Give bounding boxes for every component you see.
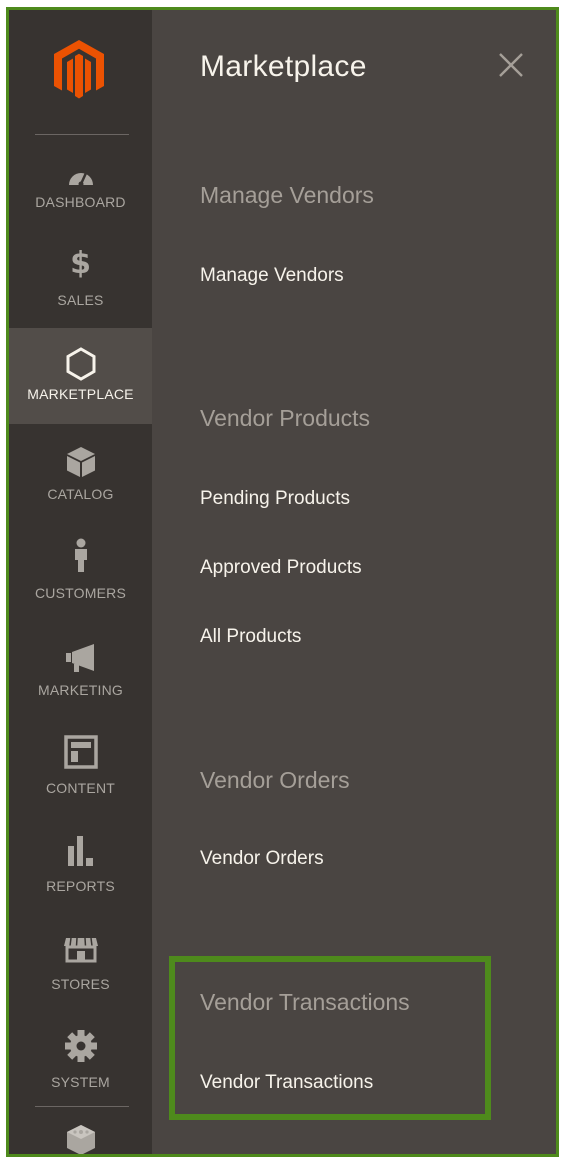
person-icon [74, 538, 87, 572]
hexagon-icon [66, 347, 95, 381]
storefront-icon [63, 937, 98, 963]
menu-link-vendor-orders[interactable]: Vendor Orders [200, 848, 324, 870]
sidebar-item-label: CUSTOMERS [35, 585, 126, 601]
sidebar-item-label: MARKETPLACE [27, 386, 134, 402]
sidebar-item-label: CATALOG [47, 486, 114, 502]
sidebar-item-label: SALES [57, 292, 104, 308]
sidebar-item-label: CONTENT [45, 780, 116, 796]
marketplace-flyout-panel: Marketplace Manage Vendors Manage Vendor… [152, 10, 556, 1154]
sidebar-item-system[interactable]: SYSTEM [9, 1018, 152, 1114]
sidebar-item-sales[interactable]: $ SALES [9, 242, 152, 338]
sidebar-item-label: REPORTS [46, 878, 115, 894]
megaphone-icon [65, 644, 94, 672]
section-title-vendor-orders: Vendor Orders [200, 767, 350, 793]
magento-logo-icon[interactable] [51, 38, 107, 102]
layout-icon [63, 735, 98, 769]
gear-icon [64, 1030, 97, 1062]
sidebar-item-dashboard[interactable]: DASHBOARD [9, 150, 152, 246]
sidebar-item-reports[interactable]: REPORTS [9, 822, 152, 918]
sidebar-item-customers[interactable]: CUSTOMERS [9, 528, 152, 624]
box-icon [66, 447, 95, 477]
dollar-icon: $ [70, 246, 91, 281]
sidebar-divider-bottom [35, 1106, 129, 1107]
panel-title: Marketplace [200, 50, 367, 83]
menu-link-manage-vendors[interactable]: Manage Vendors [200, 265, 344, 287]
sidebar-item-marketplace[interactable]: MARKETPLACE [9, 328, 152, 424]
menu-link-approved-products[interactable]: Approved Products [200, 557, 362, 579]
bar-chart-icon [67, 836, 93, 866]
sidebar-item-catalog[interactable]: CATALOG [9, 430, 152, 526]
menu-link-vendor-transactions[interactable]: Vendor Transactions [200, 1072, 373, 1094]
sidebar-item-label: SYSTEM [51, 1074, 110, 1090]
extensions-icon [66, 1125, 95, 1154]
sidebar-divider-top [35, 134, 129, 135]
sidebar-item-stores[interactable]: STORES [9, 920, 152, 1016]
sidebar-item-label: DASHBOARD [35, 194, 126, 210]
highlight-box [169, 956, 491, 1120]
close-icon[interactable] [496, 50, 526, 80]
section-title-manage-vendors: Manage Vendors [200, 182, 374, 208]
sidebar-item-content[interactable]: CONTENT [9, 724, 152, 820]
admin-menu-frame: DASHBOARD $ SALES MARKETPLACE CATALOG CU… [6, 7, 559, 1157]
menu-link-pending-products[interactable]: Pending Products [200, 488, 350, 510]
section-title-vendor-products: Vendor Products [200, 405, 371, 431]
sidebar-item-marketing[interactable]: MARKETING [9, 626, 152, 722]
section-title-vendor-transactions: Vendor Transactions [200, 989, 410, 1015]
dashboard-icon [68, 172, 93, 187]
admin-sidebar: DASHBOARD $ SALES MARKETPLACE CATALOG CU… [9, 10, 152, 1154]
sidebar-item-extensions[interactable] [9, 1116, 152, 1154]
menu-link-all-products[interactable]: All Products [200, 626, 301, 648]
sidebar-item-label: MARKETING [37, 682, 124, 698]
sidebar-item-label: STORES [51, 976, 110, 992]
